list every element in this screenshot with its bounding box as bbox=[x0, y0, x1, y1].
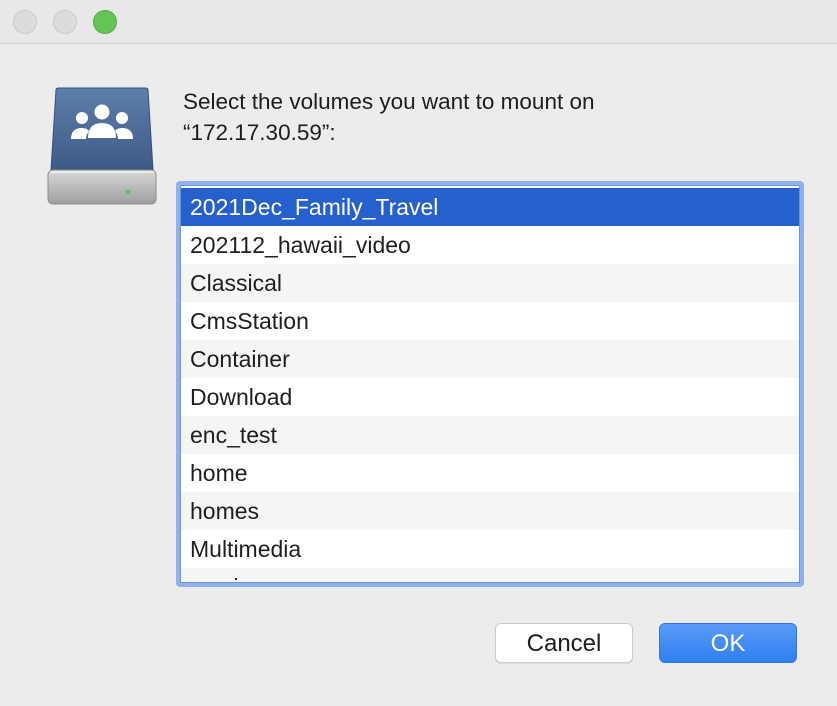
volume-item[interactable]: home bbox=[181, 454, 799, 492]
mount-volumes-dialog: Select the volumes you want to mount on … bbox=[0, 0, 837, 706]
volume-item[interactable]: Container bbox=[181, 340, 799, 378]
network-shared-volume-icon bbox=[47, 87, 157, 205]
volume-item[interactable]: Multimedia bbox=[181, 530, 799, 568]
volume-item[interactable]: enc_test bbox=[181, 416, 799, 454]
close-window-button[interactable] bbox=[13, 10, 37, 34]
mount-prompt: Select the volumes you want to mount on … bbox=[183, 86, 803, 148]
volume-item[interactable]: Download bbox=[181, 378, 799, 416]
prompt-line-2: “172.17.30.59”: bbox=[183, 120, 336, 145]
volumes-list-focus-ring: 2021Dec_Family_Travel 202112_hawaii_vide… bbox=[176, 181, 804, 587]
volumes-list[interactable]: 2021Dec_Family_Travel 202112_hawaii_vide… bbox=[180, 185, 800, 583]
volume-item[interactable]: 202112_hawaii_video bbox=[181, 226, 799, 264]
volume-item[interactable]: Classical bbox=[181, 264, 799, 302]
volume-item[interactable]: music bbox=[181, 568, 799, 582]
minimize-window-button[interactable] bbox=[53, 10, 77, 34]
volume-item[interactable]: 2021Dec_Family_Travel bbox=[181, 188, 799, 226]
prompt-line-1: Select the volumes you want to mount on bbox=[183, 89, 595, 114]
volume-item[interactable]: CmsStation bbox=[181, 302, 799, 340]
zoom-window-button[interactable] bbox=[93, 10, 117, 34]
title-bar bbox=[0, 0, 837, 44]
ok-button[interactable]: OK bbox=[659, 623, 797, 663]
cancel-button[interactable]: Cancel bbox=[495, 623, 633, 663]
volume-item[interactable]: homes bbox=[181, 492, 799, 530]
